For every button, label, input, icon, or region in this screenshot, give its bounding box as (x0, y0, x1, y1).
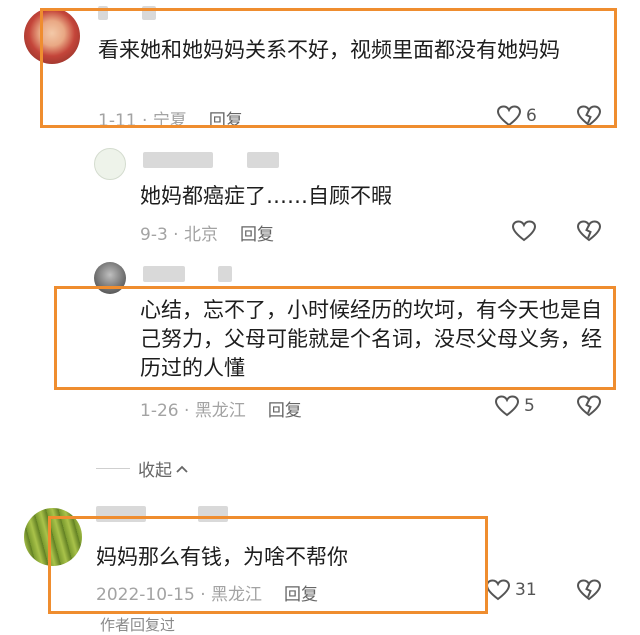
username-redacted (218, 266, 232, 282)
dislike-button[interactable] (575, 578, 603, 602)
like-button[interactable]: 31 (485, 578, 537, 602)
like-button[interactable] (511, 219, 537, 243)
collapse-divider (96, 468, 130, 469)
username-redacted (143, 152, 213, 168)
heart-icon (511, 220, 537, 242)
collapse-label: 收起 (138, 461, 172, 481)
username-redacted (247, 152, 279, 168)
like-count: 5 (524, 396, 535, 416)
heart-icon (485, 579, 511, 601)
author-replied-label: 作者回复过 (100, 616, 176, 634)
like-button[interactable]: 5 (494, 394, 535, 418)
reply-button[interactable]: 回复 (240, 225, 274, 245)
comment-location: 北京 (184, 225, 218, 245)
comment-meta: 1-26 · 黑龙江 回复 (140, 401, 302, 421)
highlight-box (40, 8, 617, 128)
collapse-chevron-icon (176, 465, 188, 473)
broken-heart-icon (576, 395, 602, 417)
comment-date: 9-3 (140, 225, 168, 245)
comment-meta: 9-3 · 北京 回复 (140, 225, 274, 245)
avatar[interactable] (94, 148, 126, 180)
reply-button[interactable]: 回复 (268, 401, 302, 421)
comment-location: 黑龙江 (194, 401, 246, 421)
broken-heart-icon (576, 220, 602, 242)
heart-icon (494, 395, 520, 417)
highlight-box (48, 516, 488, 614)
collapse-replies-button[interactable]: 收起 (96, 456, 189, 481)
like-count: 31 (515, 580, 537, 600)
username-redacted (143, 266, 185, 282)
dislike-button[interactable] (575, 219, 603, 243)
dislike-button[interactable] (575, 394, 603, 418)
highlight-box (54, 286, 616, 390)
comment-text: 她妈都癌症了……自顾不暇 (140, 184, 392, 208)
comment-date: 1-26 (140, 401, 179, 421)
broken-heart-icon (576, 579, 602, 601)
